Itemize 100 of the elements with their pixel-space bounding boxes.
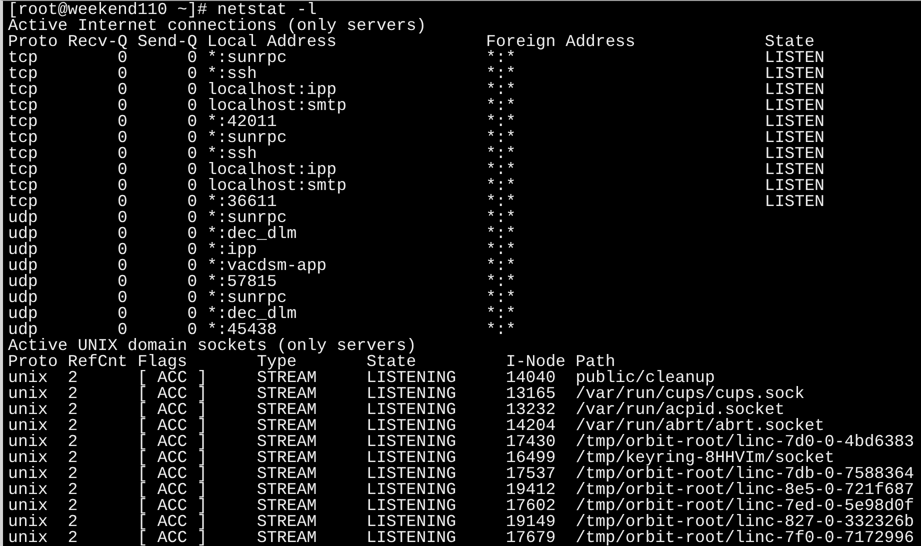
table-cell: 0	[187, 304, 198, 323]
table-cell: *:*	[486, 176, 516, 195]
table-cell: 0	[118, 64, 128, 83]
table-cell: 0	[187, 224, 198, 243]
table-cell: STREAM	[256, 528, 317, 546]
table-cell: *:*	[486, 48, 516, 67]
table-cell: 2	[68, 464, 78, 483]
table-cell: 2	[68, 448, 78, 467]
table-cell: *:36611	[207, 192, 277, 211]
table-cell: LISTEN	[764, 48, 825, 67]
table-cell: localhost:ipp	[207, 80, 337, 99]
table-cell: LISTEN	[764, 96, 825, 115]
table-cell: /tmp/orbit-root/linc-7ed-0-5e98d0f	[576, 496, 914, 515]
table-cell: 0	[118, 112, 128, 131]
table-cell: 0	[187, 288, 198, 307]
table-cell: 0	[187, 128, 198, 147]
table-cell: /var/run/acpid.socket	[576, 400, 785, 419]
table-cell: [ ACC ]	[137, 496, 208, 515]
table-cell: *:*	[486, 320, 516, 339]
table-cell: 2	[68, 400, 78, 419]
table-cell: LISTEN	[764, 128, 825, 147]
column-header: State	[366, 352, 416, 371]
table-cell: 0	[118, 208, 128, 227]
table-cell: /tmp/orbit-root/linc-7f0-0-7172996	[576, 528, 914, 546]
table-cell: udp	[8, 320, 38, 339]
table-cell: [ ACC ]	[137, 448, 208, 467]
table-cell: LISTENING	[366, 496, 456, 515]
table-cell: tcp	[8, 96, 38, 115]
table-cell: *:sunrpc	[207, 128, 287, 147]
table-cell: tcp	[8, 128, 38, 147]
table-cell: 2	[68, 512, 78, 531]
table-cell: [ ACC ]	[137, 528, 208, 546]
table-cell: 0	[118, 320, 128, 339]
column-header: RefCnt	[68, 352, 128, 371]
table-cell: [ ACC ]	[137, 416, 208, 435]
table-cell: 0	[118, 176, 128, 195]
table-cell: 2	[68, 480, 78, 499]
table-cell: 17430	[506, 432, 556, 451]
table-cell: 0	[187, 80, 198, 99]
table-cell: public/cleanup	[576, 368, 715, 387]
table-cell: LISTEN	[764, 176, 825, 195]
table-cell: STREAM	[256, 448, 317, 467]
table-cell: 17679	[506, 528, 556, 546]
table-cell: *:*	[486, 64, 516, 83]
table-cell: tcp	[8, 192, 38, 211]
table-cell: LISTENING	[366, 448, 456, 467]
table-cell: STREAM	[256, 432, 317, 451]
column-header: Foreign Address	[486, 32, 636, 51]
table-cell: 0	[118, 128, 128, 147]
section-title: Active Internet connections (only servers)	[8, 18, 426, 34]
table-cell: 16499	[506, 448, 556, 467]
table-cell: 0	[187, 176, 198, 195]
table-cell: LISTENING	[366, 368, 456, 387]
table-cell: 2	[68, 496, 78, 515]
table-cell: LISTEN	[764, 192, 825, 211]
table-cell: unix	[8, 496, 48, 515]
column-header: Send-Q	[137, 32, 198, 51]
table-cell: LISTENING	[366, 400, 456, 419]
table-cell: unix	[8, 368, 48, 387]
table-cell: 0	[187, 144, 198, 163]
table-cell: localhost:ipp	[207, 160, 337, 179]
table-cell: *:*	[486, 144, 516, 163]
table-cell: localhost:smtp	[207, 96, 347, 115]
table-cell: [ ACC ]	[137, 368, 208, 387]
column-header: Flags	[137, 352, 188, 371]
table-cell: LISTENING	[366, 416, 456, 435]
table-cell: unix	[8, 400, 48, 419]
column-header: Proto	[8, 352, 58, 371]
table-cell: 0	[118, 240, 128, 259]
table-cell: 0	[187, 240, 198, 259]
column-header: Type	[256, 352, 297, 371]
table-cell: *:45438	[207, 320, 277, 339]
table-cell: *:*	[486, 112, 516, 131]
table-cell: 2	[68, 432, 78, 451]
table-cell: 13165	[506, 384, 556, 403]
table-cell: STREAM	[256, 368, 317, 387]
table-cell: [ ACC ]	[137, 512, 208, 531]
table-cell: 0	[187, 160, 198, 179]
table-cell: STREAM	[256, 400, 317, 419]
table-cell: 14040	[506, 368, 556, 387]
table-cell: unix	[8, 432, 48, 451]
table-cell: STREAM	[256, 416, 317, 435]
table-cell: 0	[187, 48, 198, 67]
table-cell: /tmp/orbit-root/linc-8e5-0-721f687	[576, 480, 914, 499]
table-cell: 2	[68, 416, 78, 435]
table-cell: LISTENING	[366, 432, 456, 451]
table-cell: STREAM	[256, 496, 317, 515]
table-cell: *:ssh	[207, 144, 257, 163]
table-cell: LISTENING	[366, 384, 456, 403]
table-cell: 0	[187, 64, 198, 83]
table-cell: /var/run/cups/cups.sock	[576, 384, 805, 403]
table-cell: 0	[118, 160, 128, 179]
table-cell: LISTENING	[366, 512, 456, 531]
table-cell: /tmp/keyring-8HHVIm/socket	[576, 448, 834, 467]
table-cell: LISTENING	[366, 528, 456, 546]
table-cell: *:*	[486, 208, 516, 227]
table-cell: LISTENING	[366, 480, 456, 499]
table-cell: *:dec_dlm	[207, 304, 297, 323]
table-cell: *:*	[486, 240, 516, 259]
table-cell: unix	[8, 384, 48, 403]
